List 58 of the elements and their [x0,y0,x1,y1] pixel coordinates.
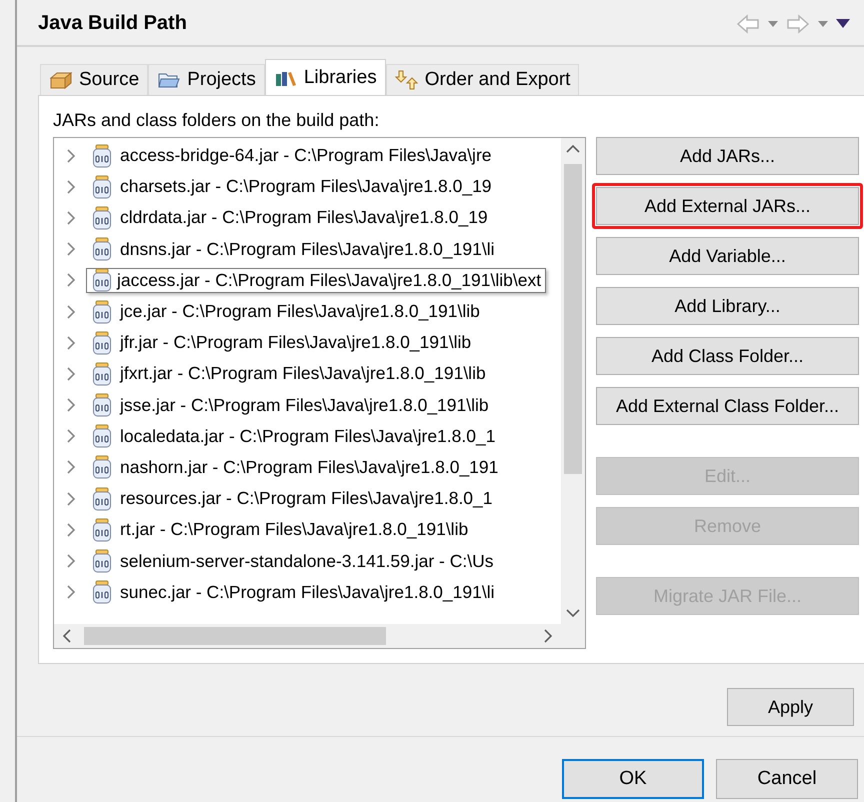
up-down-arrows-icon [394,69,419,91]
jar-icon [92,237,112,262]
library-entry[interactable]: sunec.jar - C:\Program Files\Java\jre1.8.0_191\li [120,582,494,603]
library-entry[interactable]: jce.jar - C:\Program Files\Java\jre1.8.0_191\lib [120,301,480,322]
jar-icon [92,424,112,448]
library-entry[interactable]: charsets.jar - C:\Program Files\Java\jre1.8.0_19 [120,176,492,198]
library-entry[interactable]: resources.jar - C:\Program Files\Java\jre1.8.0_1 [120,488,492,510]
action-button[interactable]: Add Variable... [596,237,859,275]
tab[interactable]: Libraries [264,59,386,95]
action-button[interactable]: Add External Class Folder... [596,387,859,425]
tab[interactable]: Order and Export [386,64,580,95]
back-arrow-icon[interactable] [736,14,760,34]
tab[interactable]: Projects [148,64,265,95]
vertical-scrollbar[interactable] [561,138,585,624]
tab[interactable]: Source [40,64,148,95]
cancel-button[interactable]: Cancel [716,759,858,799]
menu-icon[interactable] [836,19,850,28]
jar-icon [92,174,112,199]
dropdown-icon[interactable] [768,20,778,26]
dropdown-icon[interactable] [818,20,828,26]
jar-icon [92,393,112,418]
jar-icon [92,362,112,386]
apply-button[interactable]: Apply [727,688,854,726]
jar-icon [92,268,112,292]
scroll-down-icon[interactable] [566,608,580,618]
jar-icon [92,455,112,480]
action-button[interactable]: Add External JARs... [596,187,859,225]
jar-icon [92,518,112,542]
jar-icon [92,206,112,230]
library-entry[interactable]: nashorn.jar - C:\Program Files\Java\jre1.8.0_191 [120,456,498,478]
library-entry[interactable]: jfxrt.jar - C:\Program Files\Java\jre1.8.0_191\lib [120,363,486,384]
scroll-left-icon[interactable] [62,629,72,643]
library-entry[interactable]: localedata.jar - C:\Program Files\Java\jre1.8.0_1 [120,426,496,447]
scroll-up-icon[interactable] [566,144,580,154]
package-icon [49,70,73,90]
library-entry[interactable]: jaccess.jar - C:\Program Files\Java\jre1.8.0_191\lib\ext [86,268,546,293]
horizontal-scrollbar[interactable] [54,624,585,648]
library-entry[interactable]: rt.jar - C:\Program Files\Java\jre1.8.0_191\lib [120,519,468,540]
page-title: Java Build Path [38,12,187,35]
jar-icon [92,330,112,355]
library-entry[interactable]: access-bridge-64.jar - C:\Program Files\Java\jre [120,145,492,166]
jar-icon [92,549,112,574]
jar-icon [92,486,112,511]
jar-icon [92,144,112,168]
action-button[interactable]: Add Class Folder... [596,337,859,375]
library-entry[interactable]: jfr.jar - C:\Program Files\Java\jre1.8.0_191\lib [120,332,472,354]
library-entry[interactable]: jsse.jar - C:\Program Files\Java\jre1.8.0_191\lib [120,394,489,416]
action-button[interactable]: Add JARs... [596,137,859,175]
library-entry[interactable]: cldrdata.jar - C:\Program Files\Java\jre1.8.0_19 [120,207,488,228]
action-button[interactable]: Add Library... [596,287,859,325]
scroll-right-icon[interactable] [543,629,553,643]
jar-icon [92,300,112,324]
library-entry[interactable]: dnsns.jar - C:\Program Files\Java\jre1.8.0_191\li [120,238,494,260]
ok-button[interactable]: OK [562,759,704,799]
list-label: JARs and class folders on the build path: [53,110,380,131]
jar-icon [92,580,112,604]
forward-arrow-icon[interactable] [786,14,810,34]
library-entry[interactable]: selenium-server-standalone-3.141.59.jar - C:\Us [120,550,494,572]
